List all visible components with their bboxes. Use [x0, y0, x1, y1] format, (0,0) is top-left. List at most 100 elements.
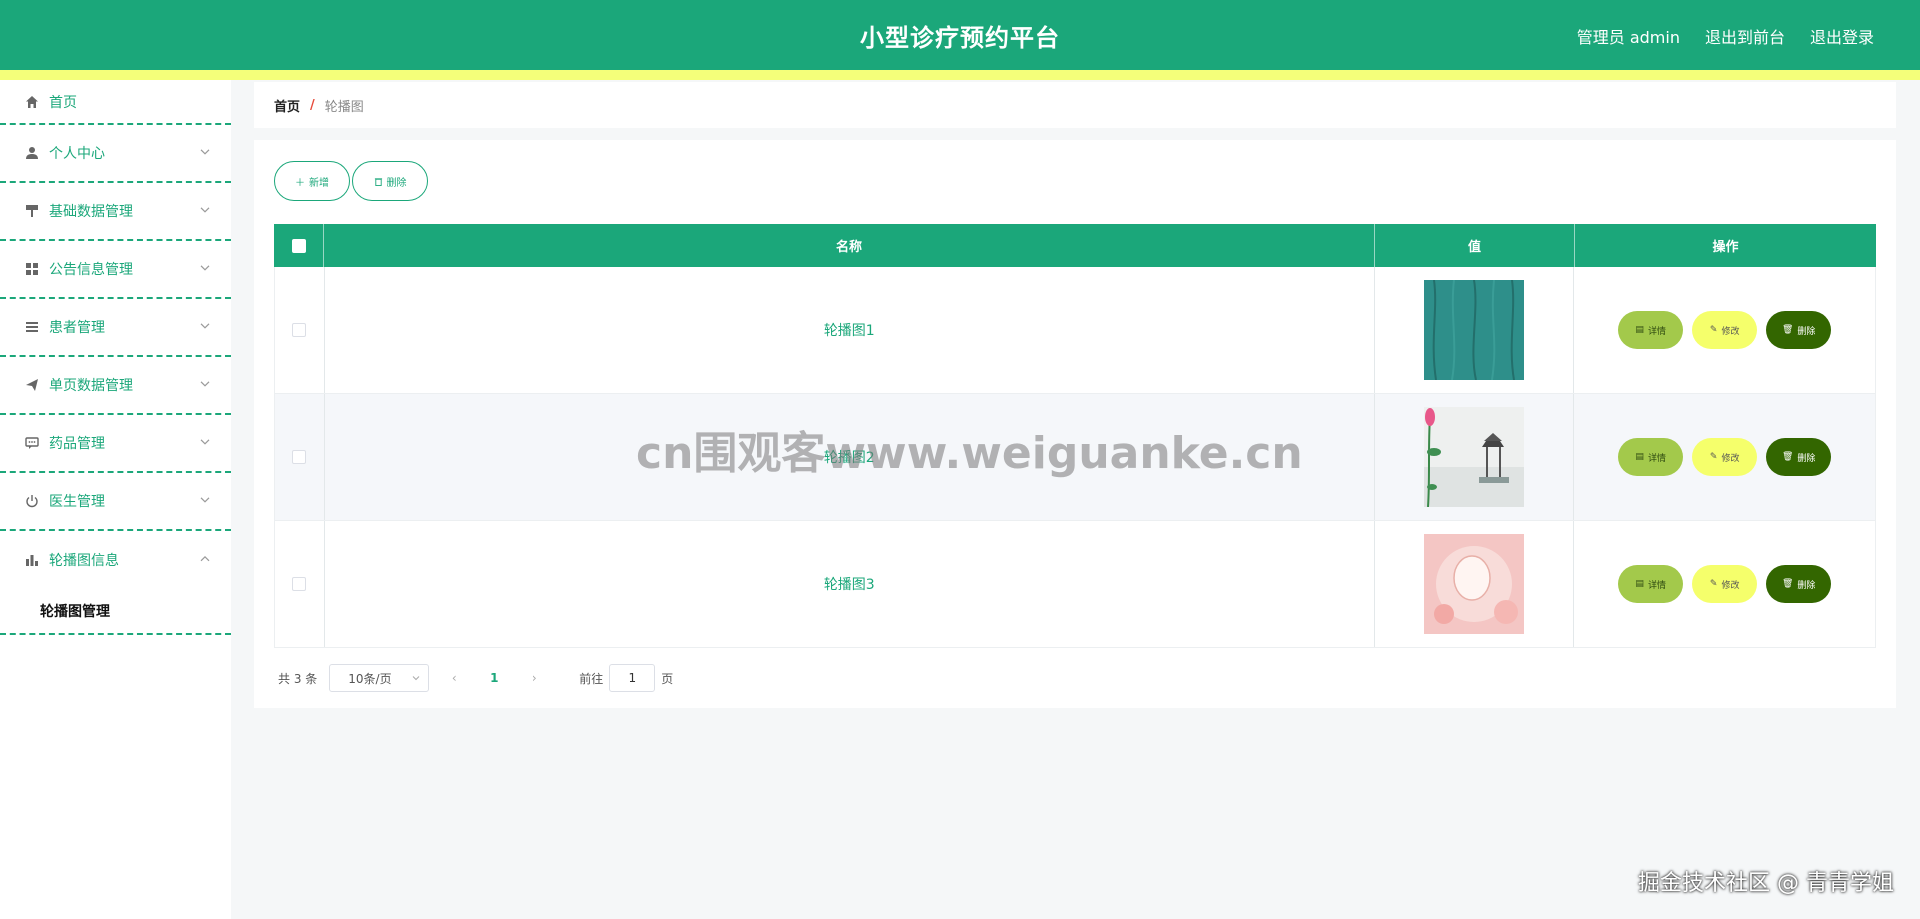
- detail-button[interactable]: ▤ 详情: [1618, 311, 1684, 349]
- sidebar-item-basic-data[interactable]: 基础数据管理: [0, 183, 231, 241]
- sidebar-item-label: 药品管理: [49, 436, 105, 452]
- chat-icon: [24, 435, 40, 451]
- row-select-cell: [275, 267, 325, 393]
- sidebar-subitem-carousel-manage[interactable]: 轮播图管理: [0, 589, 231, 635]
- sidebar-item-medicine[interactable]: 药品管理: [0, 415, 231, 473]
- edit-button[interactable]: ✎ 修改: [1692, 311, 1758, 349]
- goto-label: 前往: [579, 671, 604, 686]
- delete-button-label: 删除: [1797, 580, 1816, 591]
- chevron-down-icon: [200, 149, 210, 155]
- row-actions: ▤ 详情 ✎ 修改 🗑 删除: [1618, 565, 1832, 603]
- sidebar-item-label: 患者管理: [49, 320, 105, 336]
- row-actions: ▤ 详情 ✎ 修改 🗑 删除: [1618, 311, 1832, 349]
- edit-button[interactable]: ✎ 修改: [1692, 565, 1758, 603]
- row-checkbox[interactable]: [292, 450, 307, 464]
- list-icon: [24, 319, 40, 335]
- sidebar-item-label: 单页数据管理: [49, 378, 133, 394]
- admin-user-link[interactable]: 管理员 admin: [1577, 24, 1680, 48]
- trash-icon: [374, 177, 382, 186]
- detail-button-label: 详情: [1647, 580, 1666, 591]
- document-icon: ▤: [1635, 325, 1644, 335]
- send-icon: [24, 377, 40, 393]
- power-icon: [24, 493, 40, 509]
- document-icon: ▤: [1635, 452, 1644, 462]
- edit-button[interactable]: ✎ 修改: [1692, 438, 1758, 476]
- sidebar-item-label: 首页: [49, 94, 77, 111]
- carousel-image-thumbnail[interactable]: [1424, 534, 1524, 634]
- pagination: 共 3 条 10条/页 ‹ 1 › 前往 1 页: [278, 664, 673, 692]
- goto-page-input[interactable]: 1: [609, 664, 656, 692]
- sidebar-item-notice[interactable]: 公告信息管理: [0, 241, 231, 299]
- carousel-image-thumbnail[interactable]: [1424, 407, 1524, 507]
- column-header-value: 值: [1375, 224, 1575, 267]
- row-actions-cell: ▤ 详情 ✎ 修改 🗑 删除: [1574, 394, 1875, 520]
- row-name: 轮播图3: [325, 521, 1375, 647]
- grid-icon: [24, 261, 40, 277]
- table-row: 轮播图3 ▤ 详情 ✎ 修改 🗑 删除: [274, 521, 1876, 648]
- exit-to-frontend-link[interactable]: 退出到前台: [1705, 24, 1785, 48]
- chevron-down-icon: [200, 207, 210, 213]
- delete-button[interactable]: 🗑 删除: [1766, 565, 1832, 603]
- toolbar: ＋ 新增 删除: [274, 161, 428, 201]
- row-name: 轮播图2: [325, 394, 1375, 520]
- sidebar-item-single-page[interactable]: 单页数据管理: [0, 357, 231, 415]
- prev-page-button[interactable]: ‹: [439, 671, 469, 685]
- sidebar-item-doctors[interactable]: 医生管理: [0, 473, 231, 531]
- row-checkbox[interactable]: [292, 323, 307, 337]
- delete-button[interactable]: 🗑 删除: [1766, 438, 1832, 476]
- next-page-button[interactable]: ›: [519, 671, 549, 685]
- row-image-cell: [1375, 394, 1575, 520]
- delete-button-label: 删除: [386, 177, 407, 189]
- row-checkbox[interactable]: [292, 577, 307, 591]
- plus-icon: ＋: [295, 177, 305, 189]
- pencil-icon: ✎: [1709, 452, 1718, 462]
- detail-button[interactable]: ▤ 详情: [1618, 565, 1684, 603]
- chevron-down-icon: [412, 676, 420, 681]
- sidebar-item-profile[interactable]: 个人中心: [0, 125, 231, 183]
- select-all-checkbox[interactable]: [291, 238, 306, 253]
- table-header: 名称 值 操作: [274, 224, 1876, 267]
- sidebar-item-home[interactable]: 首页: [0, 80, 231, 125]
- carousel-image-thumbnail[interactable]: [1424, 280, 1524, 380]
- page-size-select[interactable]: 10条/页: [329, 664, 430, 692]
- delete-button[interactable]: 🗑 删除: [1766, 311, 1832, 349]
- row-actions-cell: ▤ 详情 ✎ 修改 🗑 删除: [1574, 267, 1875, 393]
- document-icon: ▤: [1635, 579, 1644, 589]
- chevron-down-icon: [200, 497, 210, 503]
- page-size-value: 10条/页: [348, 671, 392, 686]
- chevron-down-icon: [200, 381, 210, 387]
- chevron-down-icon: [200, 439, 210, 445]
- edit-button-label: 修改: [1721, 453, 1740, 464]
- top-header: 小型诊疗预约平台 管理员 admin 退出到前台 退出登录: [0, 0, 1920, 80]
- sidebar-item-label: 个人中心: [49, 146, 105, 162]
- main-panel: ＋ 新增 删除 名称 值 操作 轮播图1 ▤ 详情 ✎ 修改 🗑 删除 轮播图2…: [254, 140, 1896, 708]
- sidebar-item-label: 医生管理: [49, 494, 105, 510]
- corner-watermark: 掘金技术社区 @ 青青学姐: [1638, 871, 1894, 896]
- row-actions-cell: ▤ 详情 ✎ 修改 🗑 删除: [1574, 521, 1875, 647]
- page-number-current[interactable]: 1: [479, 671, 509, 685]
- user-icon: [24, 145, 40, 161]
- pencil-icon: ✎: [1709, 579, 1718, 589]
- sidebar-item-label: 轮播图信息: [49, 553, 119, 569]
- edit-button-label: 修改: [1721, 326, 1740, 337]
- table-row: 轮播图1 ▤ 详情 ✎ 修改 🗑 删除: [274, 267, 1876, 394]
- logout-link[interactable]: 退出登录: [1810, 24, 1874, 48]
- sidebar: 首页 个人中心 基础数据管理 公告信息管理 患者管理 单页数据管理 药品管理 医…: [0, 80, 231, 919]
- sidebar-item-carousel[interactable]: 轮播图信息: [0, 531, 231, 589]
- row-name: 轮播图1: [325, 267, 1375, 393]
- row-image-cell: [1375, 521, 1575, 647]
- row-image-cell: [1375, 267, 1575, 393]
- row-select-cell: [275, 521, 325, 647]
- add-button[interactable]: ＋ 新增: [274, 161, 350, 201]
- goto-suffix: 页: [661, 671, 674, 686]
- breadcrumb-home[interactable]: 首页: [274, 96, 300, 115]
- detail-button-label: 详情: [1647, 453, 1666, 464]
- pagination-total: 共 3 条: [278, 671, 318, 686]
- batch-delete-button[interactable]: 删除: [352, 161, 428, 201]
- sidebar-item-patients[interactable]: 患者管理: [0, 299, 231, 357]
- table-row: 轮播图2 ▤ 详情 ✎ 修改 🗑 删除: [274, 394, 1876, 521]
- trash-icon: 🗑: [1781, 325, 1794, 335]
- row-select-cell: [275, 394, 325, 520]
- row-actions: ▤ 详情 ✎ 修改 🗑 删除: [1618, 438, 1832, 476]
- detail-button[interactable]: ▤ 详情: [1618, 438, 1684, 476]
